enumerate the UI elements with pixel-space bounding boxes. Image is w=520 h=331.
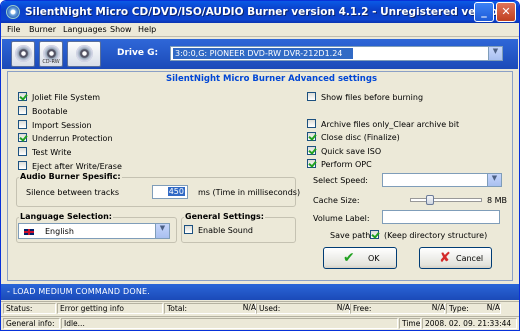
type-value: N/A: [486, 303, 500, 312]
drive-select[interactable]: 3:0:0,G: PIONEER DVD-RW DVR-212D1.24 ▼: [170, 46, 503, 61]
cache-size-value: 8 MB: [487, 196, 508, 205]
slider-thumb[interactable]: [426, 195, 434, 205]
check-icon: [370, 230, 379, 239]
free-value: N/A: [431, 303, 445, 312]
title-bar[interactable]: SilentNight Micro CD/DVD/ISO/AUDIO Burne…: [1, 1, 519, 23]
volume-label: Volume Label:: [313, 214, 370, 223]
select-speed-label: Select Speed:: [313, 176, 368, 185]
check-icon: [307, 159, 316, 168]
log-message: - LOAD MEDIUM COMMAND DONE.: [7, 287, 150, 296]
general-info-value: Idle...: [61, 318, 398, 329]
general-group-title: General Settings:: [184, 212, 265, 221]
speed-select[interactable]: ▼: [382, 173, 502, 187]
chevron-down-icon[interactable]: ▼: [487, 174, 501, 186]
check-icon: [18, 92, 27, 101]
check-icon: ✔: [343, 250, 355, 266]
joliet-checkbox[interactable]: Joliet File System: [18, 92, 100, 102]
menu-languages[interactable]: Languages: [63, 25, 107, 34]
save-path-label: Save path: [330, 231, 371, 240]
chevron-down-icon[interactable]: ▼: [155, 224, 169, 238]
main-window: SilentNight Micro CD/DVD/ISO/AUDIO Burne…: [0, 0, 520, 331]
general-info-label: General info:: [3, 318, 60, 329]
import-session-checkbox[interactable]: Import Session: [18, 120, 92, 130]
silence-input[interactable]: 450: [152, 185, 188, 199]
cache-size-slider[interactable]: [410, 195, 482, 205]
archive-files-checkbox[interactable]: Archive files only_Clear archive bit: [307, 119, 459, 129]
drive-button[interactable]: [67, 41, 101, 67]
slider-track: [410, 198, 482, 202]
menu-show[interactable]: Show: [110, 25, 132, 34]
drive-label: Drive G:: [117, 48, 159, 58]
settings-title: SilentNight Micro Burner Advanced settin…: [166, 74, 378, 84]
perform-opc-checkbox[interactable]: Perform OPC: [307, 159, 372, 169]
show-files-checkbox[interactable]: Show files before burning: [307, 92, 423, 102]
language-group-title: Language Selection:: [19, 212, 114, 221]
menu-burner[interactable]: Burner: [29, 25, 56, 34]
info-bar: General info: Idle... Time 2008. 02. 09.…: [1, 316, 519, 330]
silence-unit: ms (Time in milliseconds): [198, 188, 301, 197]
enable-sound-checkbox[interactable]: Enable Sound: [184, 225, 253, 235]
burn-disc-button[interactable]: [11, 41, 35, 67]
save-path-checkbox[interactable]: [370, 230, 384, 240]
status-bar: Status: Error getting info Total: N/A Us…: [1, 301, 519, 315]
cache-size-label: Cache Size:: [313, 196, 360, 205]
log-bar: - LOAD MEDIUM COMMAND DONE.: [1, 284, 519, 300]
menu-file[interactable]: File: [7, 25, 20, 34]
cdrw-button[interactable]: CD-RW: [39, 41, 63, 67]
volume-input[interactable]: [382, 210, 500, 224]
ok-button[interactable]: ✔ OK: [323, 247, 397, 269]
status-label: Status:: [3, 303, 56, 314]
uk-flag-icon: [23, 228, 35, 236]
menu-bar: File Burner Languages Show Help: [1, 23, 519, 37]
close-button[interactable]: ✕: [496, 2, 516, 22]
check-icon: [307, 132, 316, 141]
close-icon: ✘: [439, 250, 451, 266]
app-icon: [6, 5, 20, 19]
silence-value: 450: [167, 187, 185, 196]
menu-help[interactable]: Help: [138, 25, 156, 34]
eject-checkbox[interactable]: Eject after Write/Erase: [18, 161, 122, 171]
test-write-checkbox[interactable]: Test Write: [18, 147, 71, 157]
drive-select-value: 3:0:0,G: PIONEER DVD-RW DVR-212D1.24: [173, 48, 353, 59]
status-value: Error getting info: [57, 303, 163, 314]
silence-label: Silence between tracks: [26, 188, 120, 197]
check-icon: [18, 133, 27, 142]
check-icon: [307, 146, 316, 155]
audio-group-title: Audio Burner Spesific:: [19, 172, 122, 181]
time-label: Time: [399, 318, 421, 329]
language-select[interactable]: English ▼: [18, 223, 170, 239]
used-value: N/A: [336, 303, 350, 312]
bootable-checkbox[interactable]: Bootable: [18, 106, 68, 116]
disc-icon: [15, 45, 32, 62]
close-disc-checkbox[interactable]: Close disc (Finalize): [307, 132, 400, 142]
underrun-checkbox[interactable]: Underrun Protection: [18, 133, 113, 143]
total-value: N/A: [242, 303, 256, 312]
language-value: English: [45, 227, 74, 236]
quick-save-iso-checkbox[interactable]: Quick save ISO: [307, 146, 381, 156]
time-value: 2008. 02. 09. 21:33:44: [422, 318, 517, 329]
cdrw-caption: CD-RW: [42, 59, 60, 65]
cancel-button[interactable]: ✘ Cancel: [419, 247, 492, 269]
save-path-note: (Keep directory structure): [384, 231, 488, 240]
window-title: SilentNight Micro CD/DVD/ISO/AUDIO Burne…: [25, 6, 506, 18]
chevron-down-icon[interactable]: ▼: [488, 47, 502, 60]
minimize-button[interactable]: _: [474, 2, 494, 22]
drive-disc-icon: [76, 45, 93, 62]
